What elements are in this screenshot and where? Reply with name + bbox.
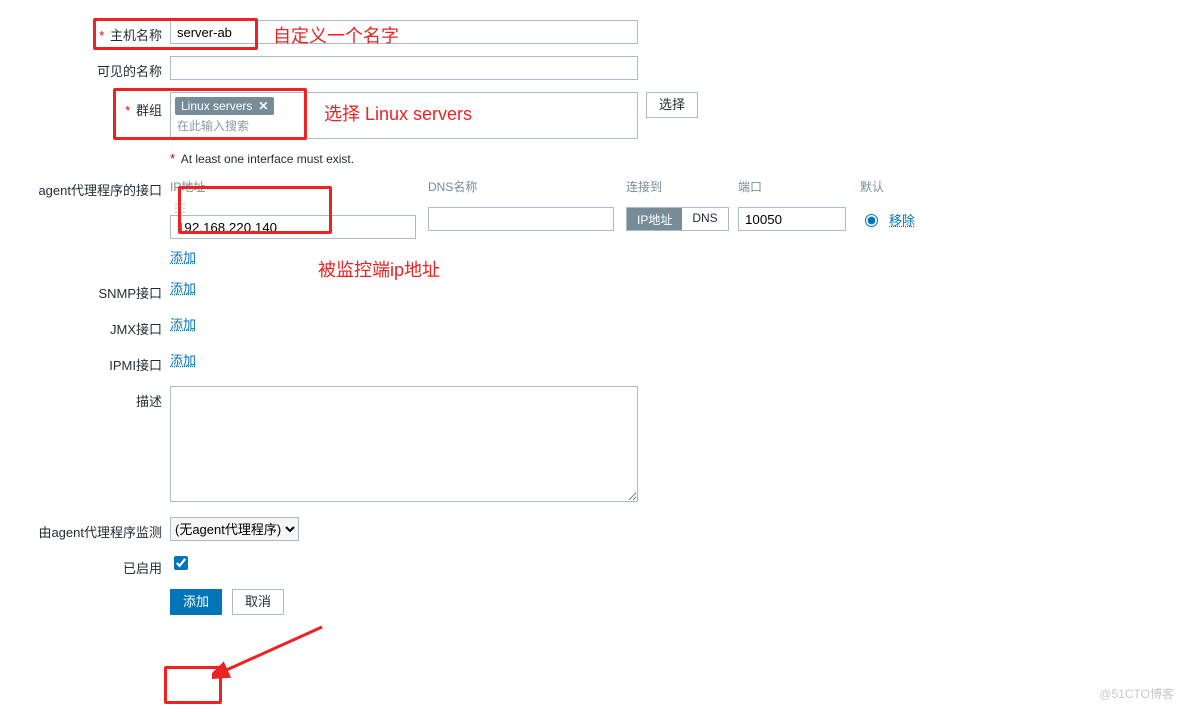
label-visible-name: 可见的名称 [0,56,170,80]
label-groups: * 群组 [0,92,170,119]
row-description: 描述 [0,386,1184,505]
row-groups: * 群组 Linux servers ✕ 在此输入搜索 选择 [0,92,1184,139]
select-groups-button[interactable]: 选择 [646,92,698,118]
iface-headers: IP地址 DNS名称 连接到 端口 默认 [170,178,952,199]
host-form: * 主机名称 可见的名称 * 群组 Linux servers ✕ 在此输入搜 [0,0,1184,615]
label-text: 描述 [136,394,162,409]
required-mark: * [99,28,104,43]
row-proxy: 由agent代理程序监测 (无agent代理程序) [0,517,1184,541]
description-textarea[interactable] [170,386,638,502]
cancel-button[interactable]: 取消 [232,589,284,615]
remove-iface-link[interactable]: 移除 [889,210,915,229]
visible-name-input[interactable] [170,56,638,80]
hdr-connect: 连接到 [626,178,738,195]
label-text: 可见的名称 [97,64,162,79]
add-agent-iface-link[interactable]: 添加 [170,250,196,265]
label-jmx: JMX接口 [0,314,170,338]
row-snmp-iface: SNMP接口 添加 [0,278,1184,302]
add-jmx-iface-link[interactable]: 添加 [170,317,196,332]
seg-dns[interactable]: DNS [682,208,727,230]
row-visible-name: 可见的名称 [0,56,1184,80]
label-ipmi: IPMI接口 [0,350,170,374]
label-text: 已启用 [123,561,162,576]
row-agent-iface: agent代理程序的接口 IP地址 DNS名称 连接到 端口 默认 [0,178,1184,266]
group-tag-linux-servers[interactable]: Linux servers ✕ [175,97,274,115]
anno-arrow [212,622,332,682]
drag-handle-icon[interactable] [170,200,176,215]
row-actions: 添加 取消 [0,589,1184,615]
label-text: 由agent代理程序监测 [38,525,162,540]
agent-port-input[interactable] [738,207,846,231]
remove-tag-icon[interactable]: ✕ [258,99,268,113]
row-note: * At least one interface must exist. [0,151,1184,166]
connect-to-segment[interactable]: IP地址 DNS [626,207,729,231]
label-text: SNMP接口 [98,286,162,301]
label-text: 群组 [136,103,162,118]
hdr-ip: IP地址 [170,178,428,195]
hdr-default: 默认 [860,178,952,195]
proxy-select[interactable]: (无agent代理程序) [170,517,299,541]
required-mark: * [125,103,130,118]
row-ipmi-iface: IPMI接口 添加 [0,350,1184,374]
row-enabled: 已启用 [0,553,1184,577]
row-host-name: * 主机名称 [0,20,1184,44]
anno-box-add-btn [164,666,222,704]
add-button[interactable]: 添加 [170,589,222,615]
enabled-checkbox[interactable] [174,556,188,570]
label-agent-iface: agent代理程序的接口 [0,178,170,199]
default-iface-radio[interactable] [865,214,878,227]
label-description: 描述 [0,386,170,410]
add-ipmi-iface-link[interactable]: 添加 [170,353,196,368]
agent-iface-row: IP地址 DNS 移除 [170,199,952,239]
interface-note: At least one interface must exist. [181,152,354,166]
seg-ip[interactable]: IP地址 [627,208,682,230]
groups-multiselect[interactable]: Linux servers ✕ 在此输入搜索 [170,92,638,139]
row-jmx-iface: JMX接口 添加 [0,314,1184,338]
label-text: IPMI接口 [109,358,162,373]
groups-search-placeholder: 在此输入搜索 [175,115,633,134]
required-mark: * [170,151,175,166]
hdr-dns: DNS名称 [428,178,626,195]
label-text: 主机名称 [110,28,162,43]
hdr-port: 端口 [738,178,860,195]
agent-dns-input[interactable] [428,207,614,231]
label-text: agent代理程序的接口 [38,183,162,198]
label-proxy: 由agent代理程序监测 [0,517,170,541]
agent-ip-input[interactable] [170,215,416,239]
label-enabled: 已启用 [0,553,170,577]
watermark: @51CTO博客 [1099,685,1174,702]
label-snmp: SNMP接口 [0,278,170,302]
label-text: JMX接口 [110,322,162,337]
add-snmp-iface-link[interactable]: 添加 [170,281,196,296]
label-host-name: * 主机名称 [0,20,170,44]
host-name-input[interactable] [170,20,638,44]
tag-label: Linux servers [181,99,252,113]
